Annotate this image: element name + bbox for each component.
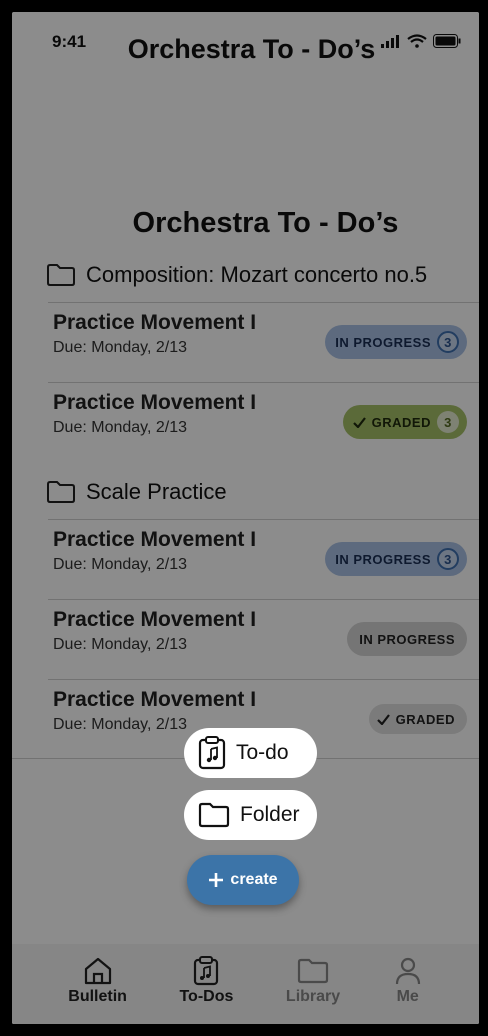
dim-overlay-tabbar: [12, 944, 479, 1024]
plus-icon: [209, 873, 224, 887]
phone-screen: 9:41 Orchestra To - Do’s Orchestra To - …: [12, 12, 479, 1024]
create-button[interactable]: create: [187, 855, 299, 905]
create-label: create: [230, 871, 278, 888]
clipboard-music-icon: [198, 736, 226, 770]
folder-icon: [198, 802, 230, 828]
menu-item-todo[interactable]: To-do: [184, 728, 317, 778]
menu-item-label: To-do: [236, 741, 289, 764]
menu-item-label: Folder: [240, 803, 300, 826]
menu-item-folder[interactable]: Folder: [184, 790, 317, 840]
